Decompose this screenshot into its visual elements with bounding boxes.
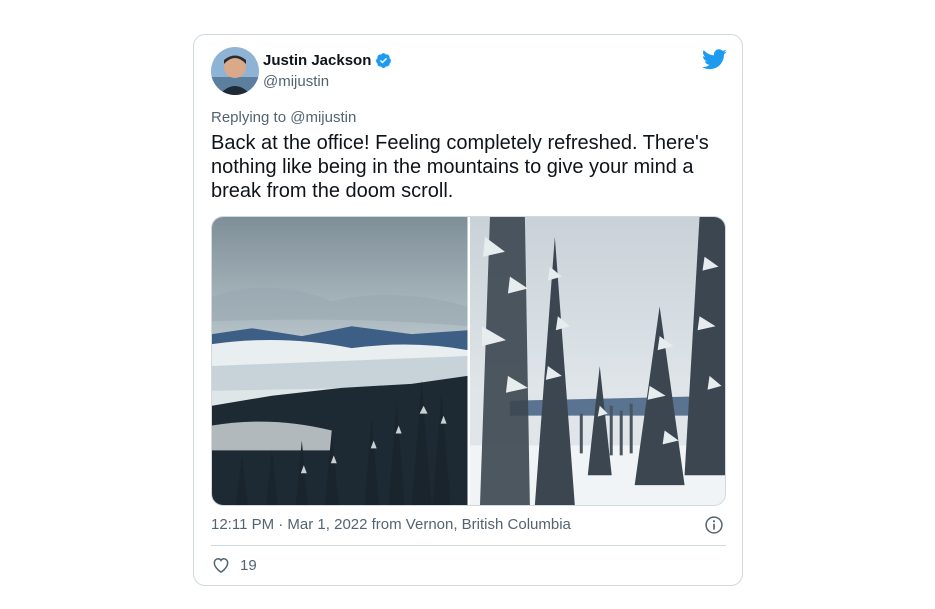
heart-icon[interactable] xyxy=(211,555,231,575)
twitter-bird-icon[interactable] xyxy=(702,49,727,70)
replying-to: Replying to @mijustin xyxy=(211,109,356,126)
author-handle[interactable]: @mijustin xyxy=(263,73,329,90)
replying-mention-link[interactable]: @mijustin xyxy=(290,109,356,126)
photo-mountain-view[interactable] xyxy=(212,217,468,505)
tweet-card[interactable]: Justin Jackson @mijustin Replying to @mi… xyxy=(193,34,743,586)
photo-snowy-trees[interactable] xyxy=(469,217,725,505)
author-name-row[interactable]: Justin Jackson xyxy=(263,52,392,69)
divider xyxy=(211,545,726,546)
verified-badge-icon xyxy=(376,53,392,68)
info-icon[interactable] xyxy=(704,515,724,535)
like-action[interactable]: 19 xyxy=(211,555,257,575)
tweet-media[interactable] xyxy=(211,216,726,506)
tweet-timestamp[interactable]: 12:11 PM · Mar 1, 2022 from Vernon, Brit… xyxy=(211,516,571,533)
replying-prefix: Replying to xyxy=(211,109,291,126)
avatar[interactable] xyxy=(211,47,259,95)
author-name[interactable]: Justin Jackson xyxy=(263,52,371,69)
like-count: 19 xyxy=(240,556,257,574)
tweet-text: Back at the office! Feeling completely r… xyxy=(211,132,709,202)
